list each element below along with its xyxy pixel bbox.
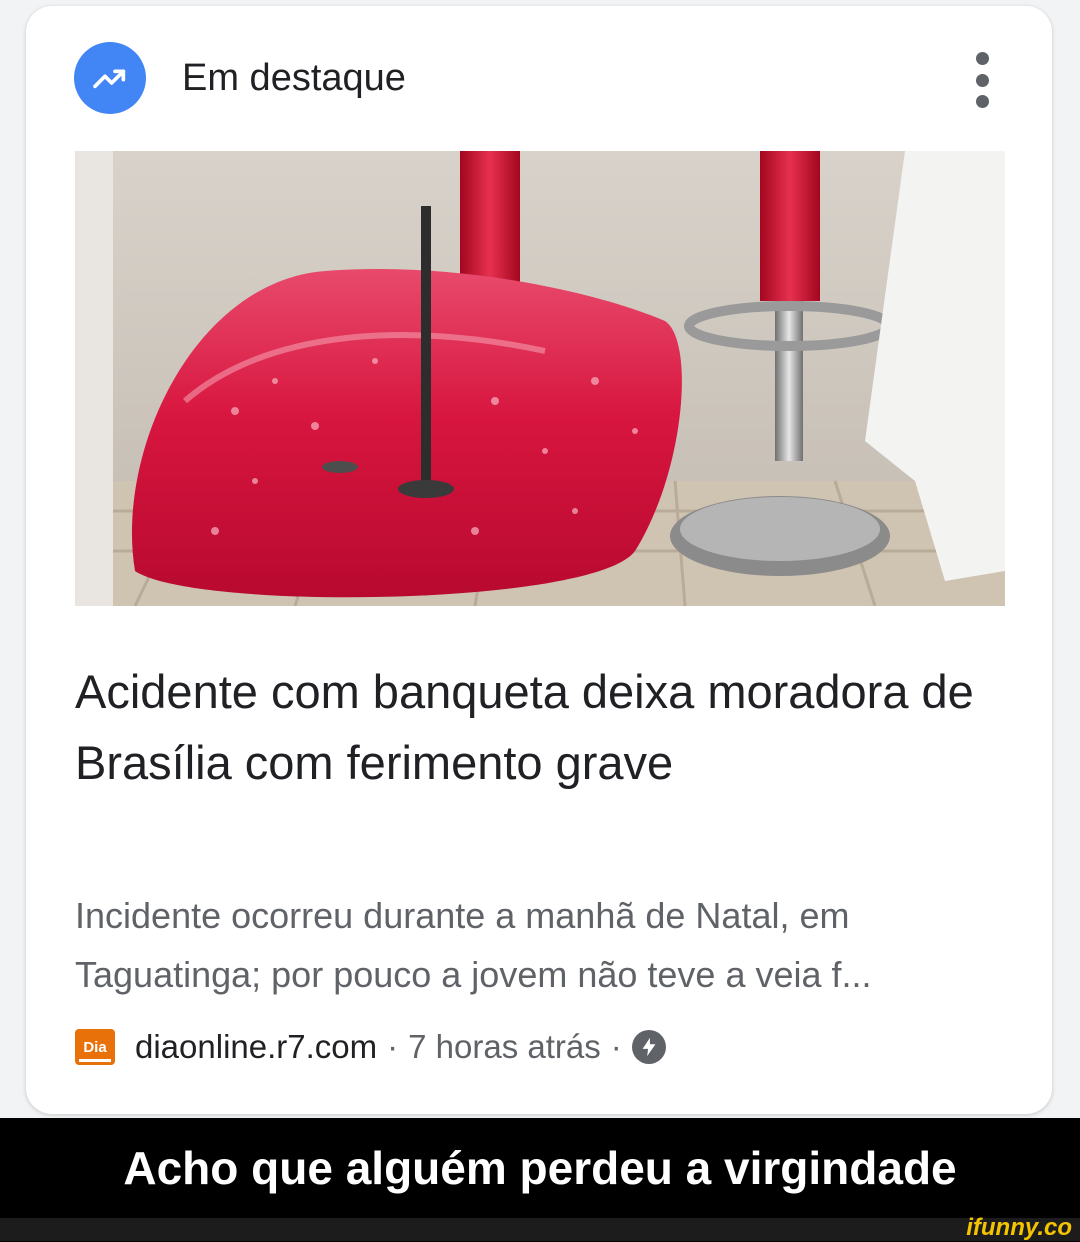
trending-up-icon [74, 42, 146, 114]
news-card[interactable]: Em destaque Acidente com banqueta deixa … [26, 6, 1052, 1114]
section-title: Em destaque [182, 57, 406, 99]
article-meta: Dia diaonline.r7.com · 7 horas atrás · [75, 1022, 1005, 1072]
footer-strip [0, 1218, 1080, 1241]
source-favicon: Dia [75, 1029, 115, 1065]
watermark: ifunny.co [966, 1214, 1072, 1241]
separator: · [610, 1028, 622, 1065]
article-thumbnail[interactable] [75, 151, 1005, 606]
source-domain[interactable]: diaonline.r7.com [135, 1028, 377, 1066]
bolt-icon [631, 1030, 666, 1064]
separator: · [387, 1028, 399, 1065]
publish-time: 7 horas atrás [408, 1028, 601, 1065]
article-headline[interactable]: Acidente com banqueta deixa moradora de … [75, 656, 1005, 798]
more-vert-icon[interactable] [964, 52, 1000, 108]
card-header: Em destaque [74, 42, 1004, 114]
article-snippet: Incidente ocorreu durante a manhã de Nat… [75, 895, 872, 995]
meme-caption: Acho que alguém perdeu a virgindade [0, 1118, 1080, 1218]
